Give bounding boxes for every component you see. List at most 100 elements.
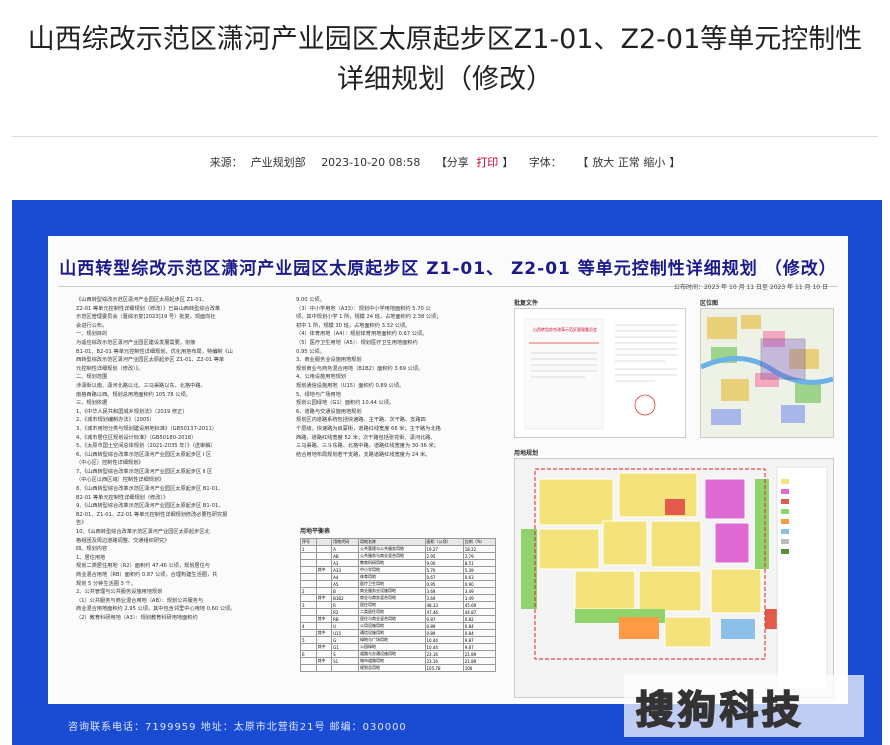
table-cell: 通信设施用地 <box>358 629 426 637</box>
table-cell: A4 <box>331 573 359 581</box>
poster-text-line: 一、规划目的 <box>76 331 108 338</box>
location-map <box>699 308 834 438</box>
poster-text-line: 规划二类居住用地（R2）面积约 47.46 公顷，规划居住与 <box>76 563 210 570</box>
table-row: 6 S 道路与交通设施用地 23.16 21.89 <box>300 650 497 658</box>
table-cell: 0.82 <box>462 615 497 623</box>
poster-text-column-1: 《山西转型综改示范区潇河产业园区太原起步区 Z1-01、 Z2-01 等单元控制性… <box>76 296 286 623</box>
table-row: A4 体育用地 0.67 0.63 <box>300 573 497 581</box>
table-cell: 23.16 <box>424 657 464 665</box>
poster-text-line: 告》 <box>76 520 87 527</box>
table-cell: 105.78 <box>424 664 464 672</box>
poster-text-line: （2）教育科研用地（A3）：规划教育科研用地面积约 <box>76 614 198 621</box>
table-row: 其中 G1 公园绿地 10.44 9.87 <box>300 643 497 651</box>
table-cell: 3.69 <box>424 587 464 595</box>
land-use-plan-map <box>514 458 834 698</box>
poster-text-line: 5、《太原市国土空间总体规划（2021-2035 年）》（送审稿） <box>76 443 216 450</box>
table-cell: 3.69 <box>424 594 464 602</box>
table-cell <box>300 643 317 651</box>
font-label: 字体： <box>528 156 562 169</box>
table-row: A3 教育科研用地 9.00 8.51 <box>300 559 497 567</box>
plan-poster-image: 山西转型综改示范区潇河产业园区太原起步区 Z1-01、 Z2-01 等单元控制性… <box>12 200 882 745</box>
poster-text-line: 4、《城市居住区规划设计标准》（GB50180-2018） <box>76 434 197 441</box>
table-cell <box>315 580 333 588</box>
table-cell: 规划总用地 <box>358 664 426 672</box>
table-cell: 0.63 <box>462 573 497 581</box>
table-header-cell: 序号 <box>300 538 317 546</box>
table-row: 4 U 公用设施用地 0.89 0.84 <box>300 622 497 630</box>
table-cell <box>300 594 317 602</box>
table-cell <box>315 601 333 609</box>
table-cell: 其中 <box>315 657 333 665</box>
poster-text-line: （1）公共服务与商业混合用地（AB）：规划公共服务与 <box>76 597 204 604</box>
table-cell: 其中 <box>315 594 333 602</box>
font-large-link[interactable]: 放大 <box>592 156 614 169</box>
table-cell: 公园绿地 <box>358 643 426 651</box>
table-cell <box>300 657 317 665</box>
poster-text-line: 三马渠路、三斗东路、北格中路，道路红线宽度为 30-36 米； <box>296 443 439 450</box>
share-bar: 【分享 打印】 <box>435 156 514 169</box>
table-row: 2 B 商业服务业设施用地 3.69 3.49 <box>300 587 497 595</box>
article-title: 山西综改示范区潇河产业园区太原起步区Z1-01、Z2-01等单元控制性详细规划（… <box>27 24 863 95</box>
table-cell: 19.27 <box>424 545 464 553</box>
font-normal-link[interactable]: 正常 <box>618 156 640 169</box>
poster-text-line: 2、公共管理与公共服务设施用地规划 <box>76 589 163 596</box>
poster-text-line: 示范区管理委员会（晋综示复[2023]19 号）批复，现面向社 <box>76 314 216 321</box>
table-cell: 3.49 <box>462 587 497 595</box>
table-cell <box>300 608 317 616</box>
poster-text-line: 9.00 公顷。 <box>296 297 325 303</box>
table-cell: G <box>331 636 359 644</box>
poster-text-line: 初中 1 所，规模 30 班，占地面积约 3.32 公顷。 <box>296 322 411 329</box>
table-cell <box>315 552 333 560</box>
poster-text-line: 10、《山西转型综合改革示范区潇河产业园区太原起步区北 <box>76 529 210 536</box>
table-cell: 体育用地 <box>358 573 426 581</box>
table-cell: S1 <box>331 657 359 665</box>
poster-text-line: 3、《城市用地分类与规划建设用地标准》（GB50137-2011） <box>76 425 218 432</box>
table-cell: 9.87 <box>462 643 497 651</box>
source-name: 产业规划部 <box>250 156 306 169</box>
table-row: AB 公共服务与商业混合用地 2.95 2.79 <box>300 552 497 560</box>
poster-title: 山西转型综改示范区潇河产业园区太原起步区 Z1-01、 Z2-01 等单元控制性… <box>59 259 837 279</box>
table-cell <box>315 650 333 658</box>
table-cell: 9.00 <box>424 559 464 567</box>
poster-text-line: （中心区）控制性详细规划》 <box>76 460 144 467</box>
table-cell: 医疗卫生用地 <box>358 580 426 588</box>
table-cell: 公共服务与商业混合用地 <box>358 552 426 560</box>
font-small-link[interactable]: 缩小 <box>643 156 665 169</box>
table-row: 其中 S1 城市道路用地 23.16 21.89 <box>300 657 497 665</box>
table-cell <box>315 573 333 581</box>
table-cell: 4 <box>300 622 317 630</box>
poster-text-line: 四、规划内容 <box>76 546 108 553</box>
table-cell: 公用设施用地 <box>358 622 426 630</box>
table-cell: 9.87 <box>462 636 497 644</box>
table-cell: 8.51 <box>462 559 497 567</box>
print-link[interactable]: 打印 <box>476 156 498 169</box>
table-row: 5 G 绿地与广场用地 10.44 9.87 <box>300 636 497 644</box>
table-cell <box>315 545 333 553</box>
table-cell: 48.33 <box>424 601 464 609</box>
poster-text-line: B1-01、B2-01 等单元控制性详细规划，优化用地布局，特编制《山 <box>76 348 233 355</box>
table-row: R2 二类居住用地 47.46 44.87 <box>300 608 497 616</box>
poster-text-line: （4）体育用地（A4）：规划体育用地面积约 0.67 公顷。 <box>296 331 428 338</box>
approval-doc-label: 批复文件 <box>514 300 539 307</box>
table-row: 其中 RB 居住与商业混合用地 0.87 0.82 <box>300 615 497 623</box>
poster-text-line: 结合用地布局规划若干支路，支路道路红线宽度为 24 米。 <box>296 451 431 458</box>
table-cell: R2 <box>331 608 359 616</box>
table-cell <box>300 580 317 588</box>
poster-text-line: 《山西转型综改示范区潇河产业园区太原起步区 Z1-01、 <box>76 297 208 303</box>
table-header-cell: 用地名称 <box>358 538 426 546</box>
poster-text-line: 会进行公布。 <box>76 322 108 329</box>
table-cell: G1 <box>331 643 359 651</box>
table-cell: 2.79 <box>462 552 497 560</box>
table-cell: B1B2 <box>331 594 359 602</box>
poster-text-line: 南格西路以西。规划总用地面积约 105.78 公顷。 <box>76 391 191 398</box>
table-cell: 45.69 <box>462 601 497 609</box>
poster-text-line: 西转型综改示范区潇河产业园区太原起步区 Z1-01、Z2-01 等单 <box>76 357 225 364</box>
poster-text-line: 个层级。快速路为启蒙街，道路红线宽度 66 米；主干路为北格 <box>296 425 441 432</box>
table-cell: RB <box>331 615 359 623</box>
poster-text-line: B2-01、Z1-01、Z2-01 等单元控制性详细规划修改必要性研究报 <box>76 511 228 518</box>
poster-text-line: 4、公用设施用地规划 <box>296 374 346 381</box>
table-cell <box>300 573 317 581</box>
table-cell <box>300 552 317 560</box>
poster-text-line: 2、《城市规划编制办法》（2005） <box>76 417 155 424</box>
table-cell: 2.95 <box>424 552 464 560</box>
